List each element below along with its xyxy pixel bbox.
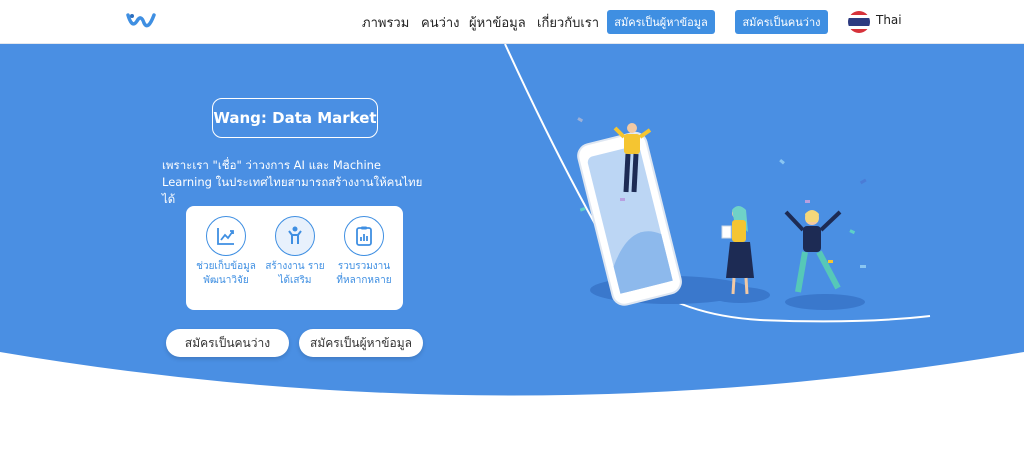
nav-link-workers[interactable]: คนว่าง [421,12,460,33]
feature-label-line1: รวบรวมงาน [337,261,391,272]
wang-logo-icon[interactable] [126,11,156,31]
thai-flag-icon[interactable] [848,11,870,33]
hero-illustration [577,117,867,310]
hero-tagline: เพราะเรา "เชื่อ" ว่าวงการ AI และ Machine… [162,158,423,206]
feature-label-line1: ช่วยเก็บข้อมูล [196,261,256,272]
cta-signup-data-seeker-button[interactable]: สมัครเป็นผู้หาข้อมูล [299,329,423,357]
nav-link-overview[interactable]: ภาพรวม [362,12,409,33]
landing-page: ภาพรวม คนว่าง ผู้หาข้อมูล เกี่ยวกับเรา ส… [0,0,1024,472]
nav-link-data-seekers[interactable]: ผู้หาข้อมูล [469,12,526,33]
clipboard-icon [344,216,384,256]
language-label[interactable]: Thai [876,13,902,27]
nav-link-about-us[interactable]: เกี่ยวกับเรา [537,12,599,33]
navbar: ภาพรวม คนว่าง ผู้หาข้อมูล เกี่ยวกับเรา ส… [0,0,1024,44]
feature-job-creation: สร้างงาน ราย ได้เสริม [262,216,328,288]
feature-label-line2: ที่หลากหลาย [336,275,392,286]
cta-signup-worker-button[interactable]: สมัครเป็นคนว่าง [166,329,289,357]
signup-data-seeker-button[interactable]: สมัครเป็นผู้หาข้อมูล [607,10,715,34]
feature-data-collection: ช่วยเก็บข้อมูล พัฒนาวิจัย [193,216,259,288]
feature-label-line2: ได้เสริม [278,275,312,286]
feature-label-line1: สร้างงาน ราย [265,261,325,272]
feature-diverse-jobs: รวบรวมงาน ที่หลากหลาย [331,216,397,288]
feature-card: ช่วยเก็บข้อมูล พัฒนาวิจัย สร้างงาน ราย ไ… [186,206,403,310]
feature-label-line2: พัฒนาวิจัย [203,275,249,286]
person-icon [275,216,315,256]
chart-icon [206,216,246,256]
signup-worker-button[interactable]: สมัครเป็นคนว่าง [735,10,828,34]
hero-title: Wang: Data Market [212,98,378,138]
